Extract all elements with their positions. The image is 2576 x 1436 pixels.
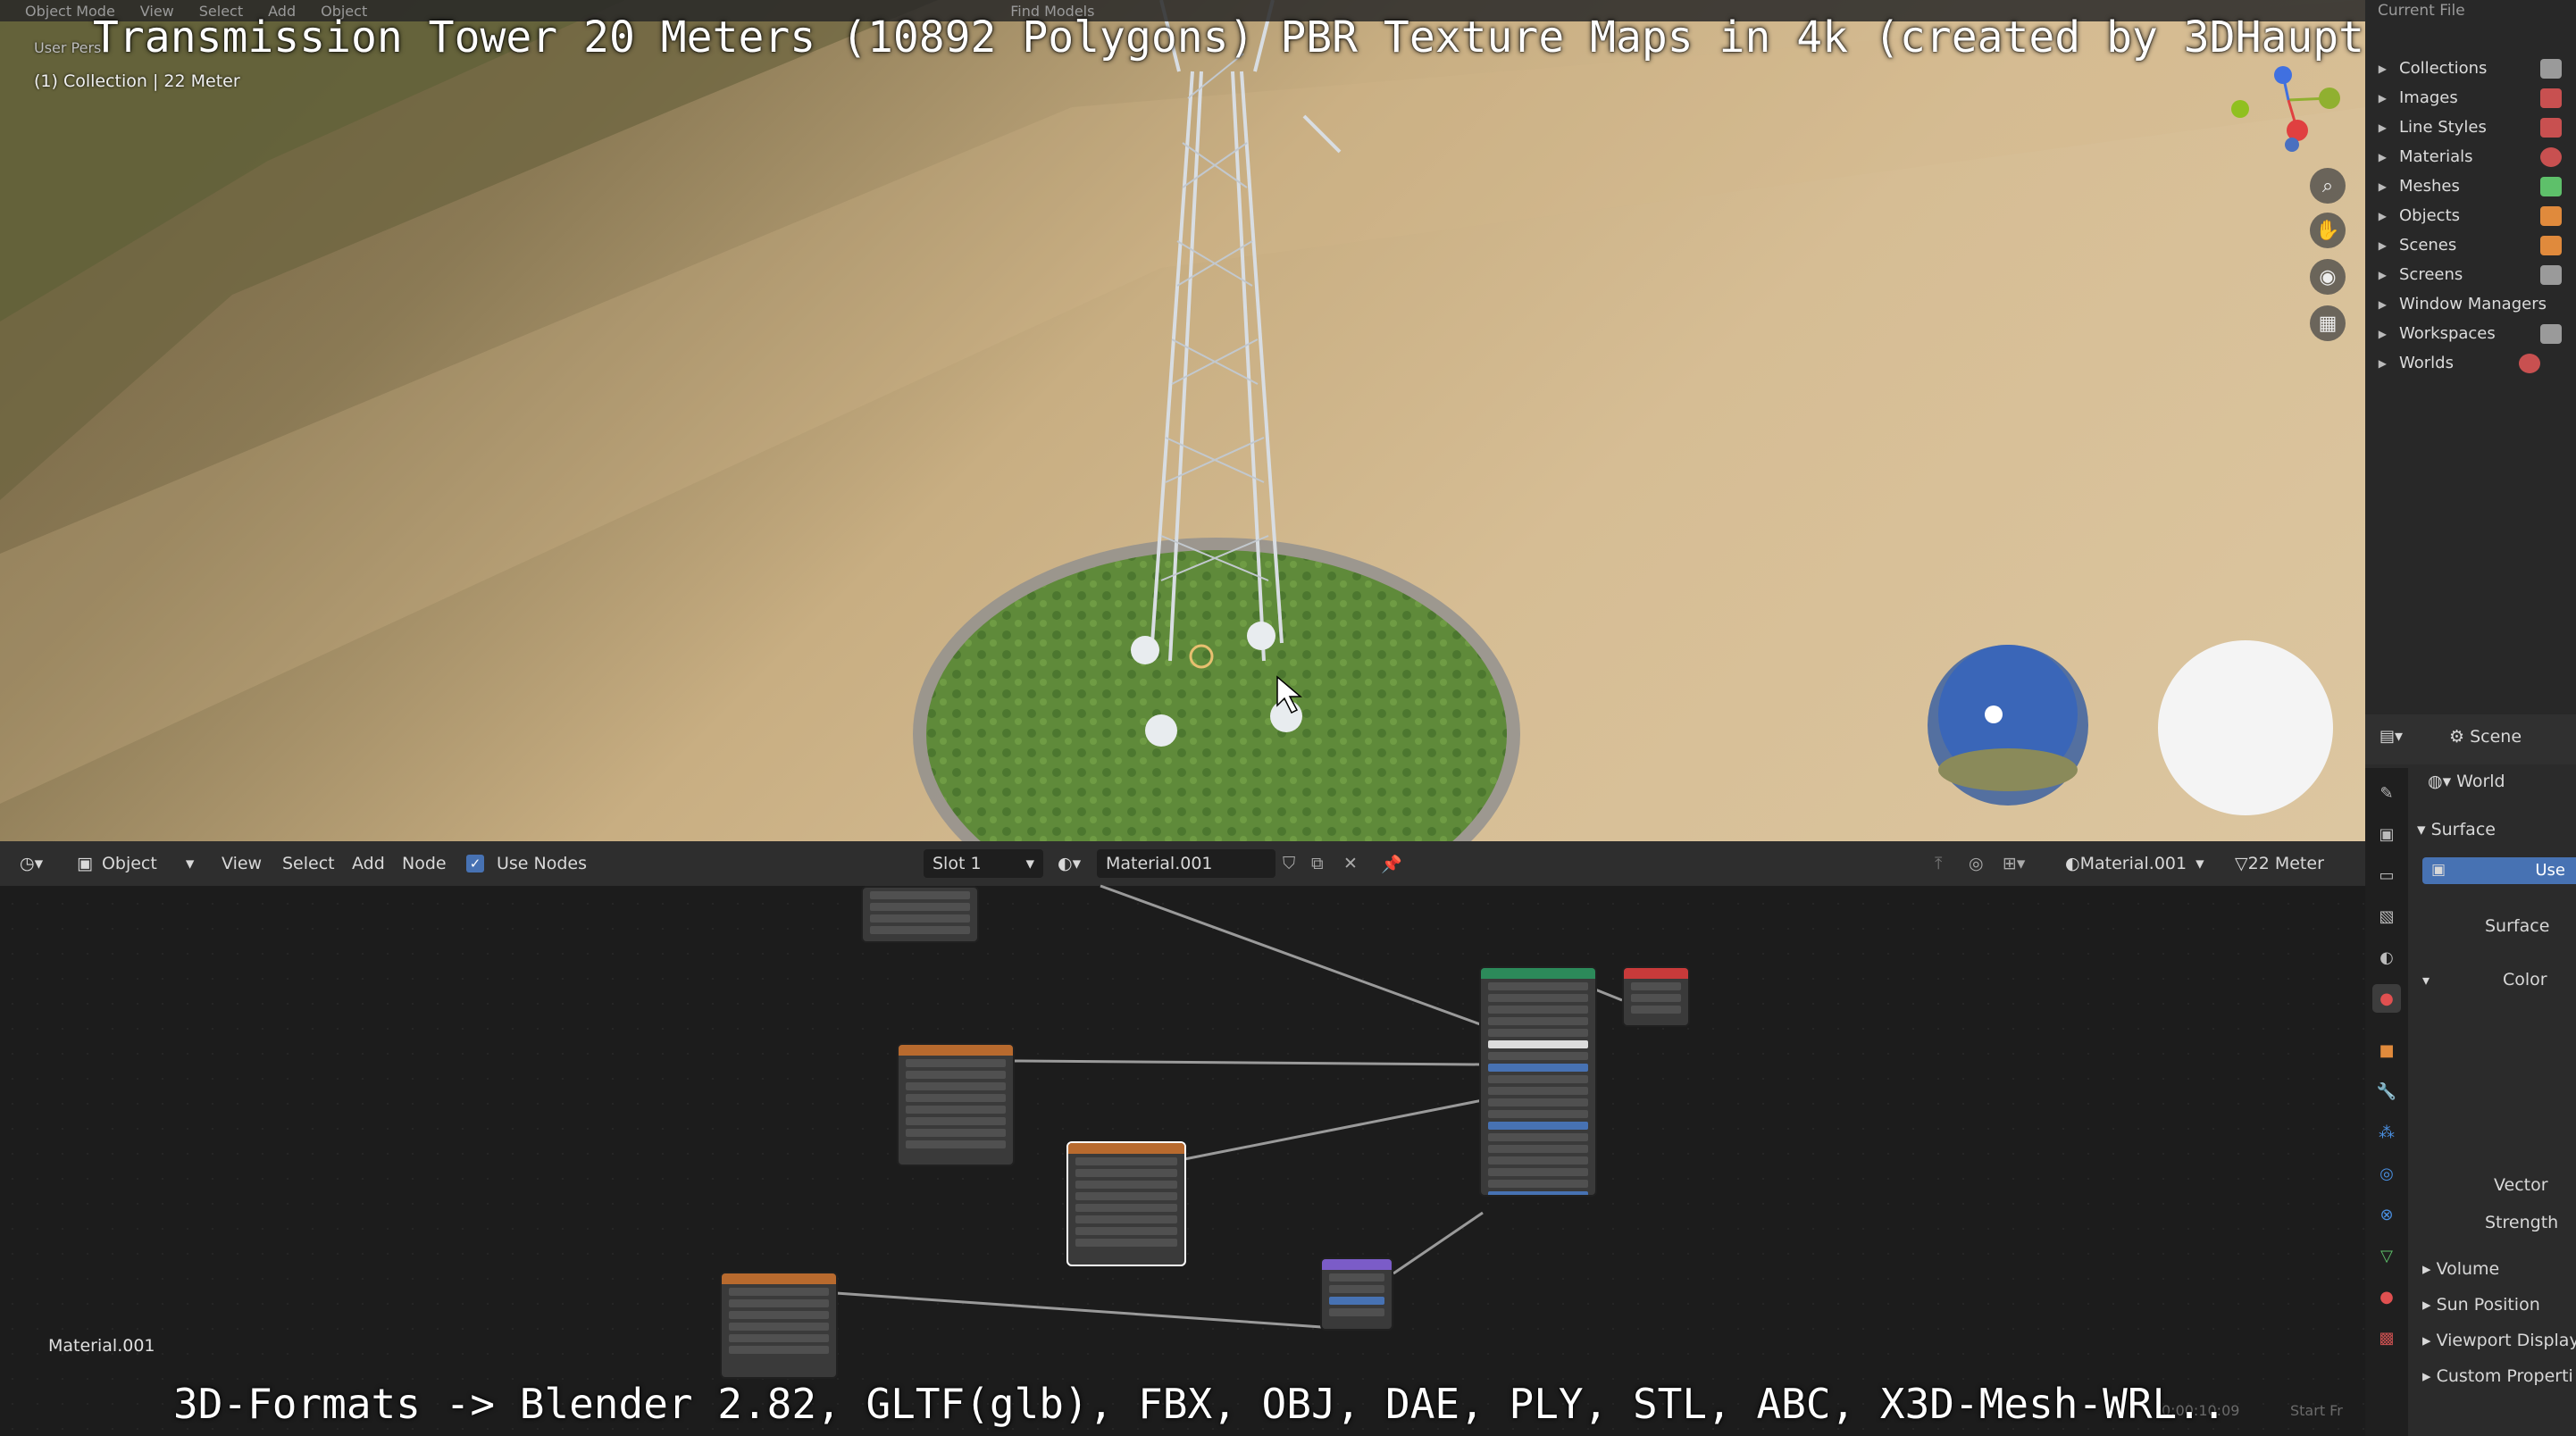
strength-label: Strength xyxy=(2485,1213,2559,1232)
outliner-item-scenes[interactable]: ▶ Scenes xyxy=(2365,230,2576,260)
tool-tab-icon[interactable]: ✎ xyxy=(2372,779,2401,807)
color-label: Color xyxy=(2503,970,2547,989)
view-layer-tab-icon[interactable]: ▧ xyxy=(2372,902,2401,931)
use-nodes-button[interactable]: ▣ Use xyxy=(2422,857,2576,884)
image-texture-node-roughness[interactable] xyxy=(1066,1141,1186,1266)
world-tab-icon[interactable]: ● xyxy=(2372,984,2401,1013)
grid-view-icon[interactable]: ▦ xyxy=(2310,305,2346,341)
camera-icon[interactable]: ◉ xyxy=(2310,259,2346,295)
scene-render xyxy=(0,0,2365,841)
outliner-item-workspaces[interactable]: ▶ Workspaces xyxy=(2365,319,2576,348)
world-icon: ◍▾ xyxy=(2428,772,2457,791)
video-title-overlay: Transmission Tower 20 Meters (10892 Poly… xyxy=(93,13,2390,63)
object-icon xyxy=(2540,205,2562,226)
scene-icon xyxy=(2540,235,2562,255)
node-links xyxy=(835,884,1623,1329)
outliner-item-objects[interactable]: ▶ Objects xyxy=(2365,201,2576,230)
outliner-item-line-styles[interactable]: ▶ Line Styles xyxy=(2365,113,2576,142)
status-start-frame: Start Fr xyxy=(2290,1402,2343,1419)
modifier-tab-icon[interactable]: 🔧 xyxy=(2372,1077,2401,1106)
material-tab-icon[interactable]: ● xyxy=(2372,1282,2401,1311)
normal-map-node[interactable] xyxy=(1320,1257,1393,1331)
formats-caption-overlay: 3D-Formats -> Blender 2.82, GLTF(glb), F… xyxy=(173,1380,2227,1428)
outliner-item-images[interactable]: ▶ Images xyxy=(2365,83,2576,113)
outliner-item-meshes[interactable]: ▶ Meshes xyxy=(2365,171,2576,201)
image-icon xyxy=(2540,88,2562,108)
3d-viewport[interactable]: Object Mode View Select Add Object Find … xyxy=(0,0,2365,841)
data-tab-icon[interactable]: ▽ xyxy=(2372,1241,2401,1270)
physics-tab-icon[interactable]: ◎ xyxy=(2372,1159,2401,1188)
mesh-icon xyxy=(2540,176,2562,196)
constraints-tab-icon[interactable]: ⊗ xyxy=(2372,1200,2401,1229)
outliner-current-file[interactable]: Current File xyxy=(2378,2,2465,20)
outliner-item-collections[interactable]: ▶ Collections xyxy=(2365,54,2576,83)
node-icon: ▣ xyxy=(2431,861,2446,879)
output-tab-icon[interactable]: ▭ xyxy=(2372,861,2401,889)
viewport-display-panel[interactable]: ▸ Viewport Display xyxy=(2422,1331,2576,1350)
texture-tab-icon[interactable]: ▩ xyxy=(2372,1323,2401,1352)
outliner-item-materials[interactable]: ▶ Materials xyxy=(2365,142,2576,171)
shader-node-editor[interactable]: ◷▾ ▣ Object ▾ View Select Add Node ✓ Use … xyxy=(0,841,2365,1436)
screen-icon xyxy=(2540,264,2562,285)
surface-panel-header[interactable]: ▾ Surface xyxy=(2417,820,2496,839)
workspace-icon xyxy=(2540,323,2562,344)
material-name-footer: Material.001 xyxy=(48,1336,155,1356)
image-texture-node-normal[interactable] xyxy=(720,1272,838,1379)
object-tab-icon[interactable]: ■ xyxy=(2372,1036,2401,1064)
scene-selector[interactable]: ⚙ Scene xyxy=(2449,727,2522,747)
editor-type-icon[interactable]: ▤▾ xyxy=(2379,727,2403,746)
render-tab-icon[interactable]: ▣ xyxy=(2372,820,2401,848)
outliner-item-worlds[interactable]: ▶ Worlds xyxy=(2365,348,2576,378)
image-texture-node-base-color[interactable] xyxy=(897,1043,1015,1166)
view-perspective-label: User Pers xyxy=(34,39,102,56)
line-style-icon xyxy=(2540,117,2562,138)
scene-tab-icon[interactable]: ◐ xyxy=(2372,943,2401,972)
custom-properties-panel[interactable]: ▸ Custom Properti xyxy=(2422,1366,2573,1386)
image-texture-node-top[interactable] xyxy=(861,886,979,943)
principled-bsdf-node[interactable] xyxy=(1479,966,1597,1197)
surface-label: Surface xyxy=(2485,916,2550,936)
material-icon xyxy=(2540,146,2562,167)
material-output-node[interactable] xyxy=(1622,966,1690,1027)
volume-panel[interactable]: ▸ Volume xyxy=(2422,1259,2499,1279)
properties-tabs: ✎ ▣ ▭ ▧ ◐ ● ■ 🔧 ⁂ ◎ ⊗ ▽ ● ▩ xyxy=(2365,768,2408,1436)
outliner-item-screens[interactable]: ▶ Screens xyxy=(2365,260,2576,289)
particles-tab-icon[interactable]: ⁂ xyxy=(2372,1118,2401,1147)
outliner-item-window-managers[interactable]: ▶ Window Managers xyxy=(2365,289,2576,319)
hand-pan-icon[interactable]: ✋ xyxy=(2310,213,2346,248)
world-icon xyxy=(2519,353,2540,373)
collection-icon xyxy=(2540,58,2562,79)
scene-icon: ⚙ xyxy=(2449,727,2471,747)
world-selector[interactable]: ◍▾ World xyxy=(2428,772,2505,791)
color-expand-icon[interactable]: ▾ xyxy=(2422,972,2430,989)
vector-label: Vector xyxy=(2494,1175,2548,1195)
collection-info: (1) Collection | 22 Meter xyxy=(34,71,240,91)
zoom-icon[interactable]: ⌕ xyxy=(2310,168,2346,204)
properties-panel[interactable]: ▤▾ ⚙ Scene ✎ ▣ ▭ ▧ ◐ ● ■ 🔧 ⁂ ◎ ⊗ ▽ ● ▩ ◍… xyxy=(2365,714,2576,1436)
outliner-panel[interactable]: Current File ▶ Collections ▶ Images ▶ Line … xyxy=(2365,0,2576,714)
sun-position-panel[interactable]: ▸ Sun Position xyxy=(2422,1295,2540,1315)
